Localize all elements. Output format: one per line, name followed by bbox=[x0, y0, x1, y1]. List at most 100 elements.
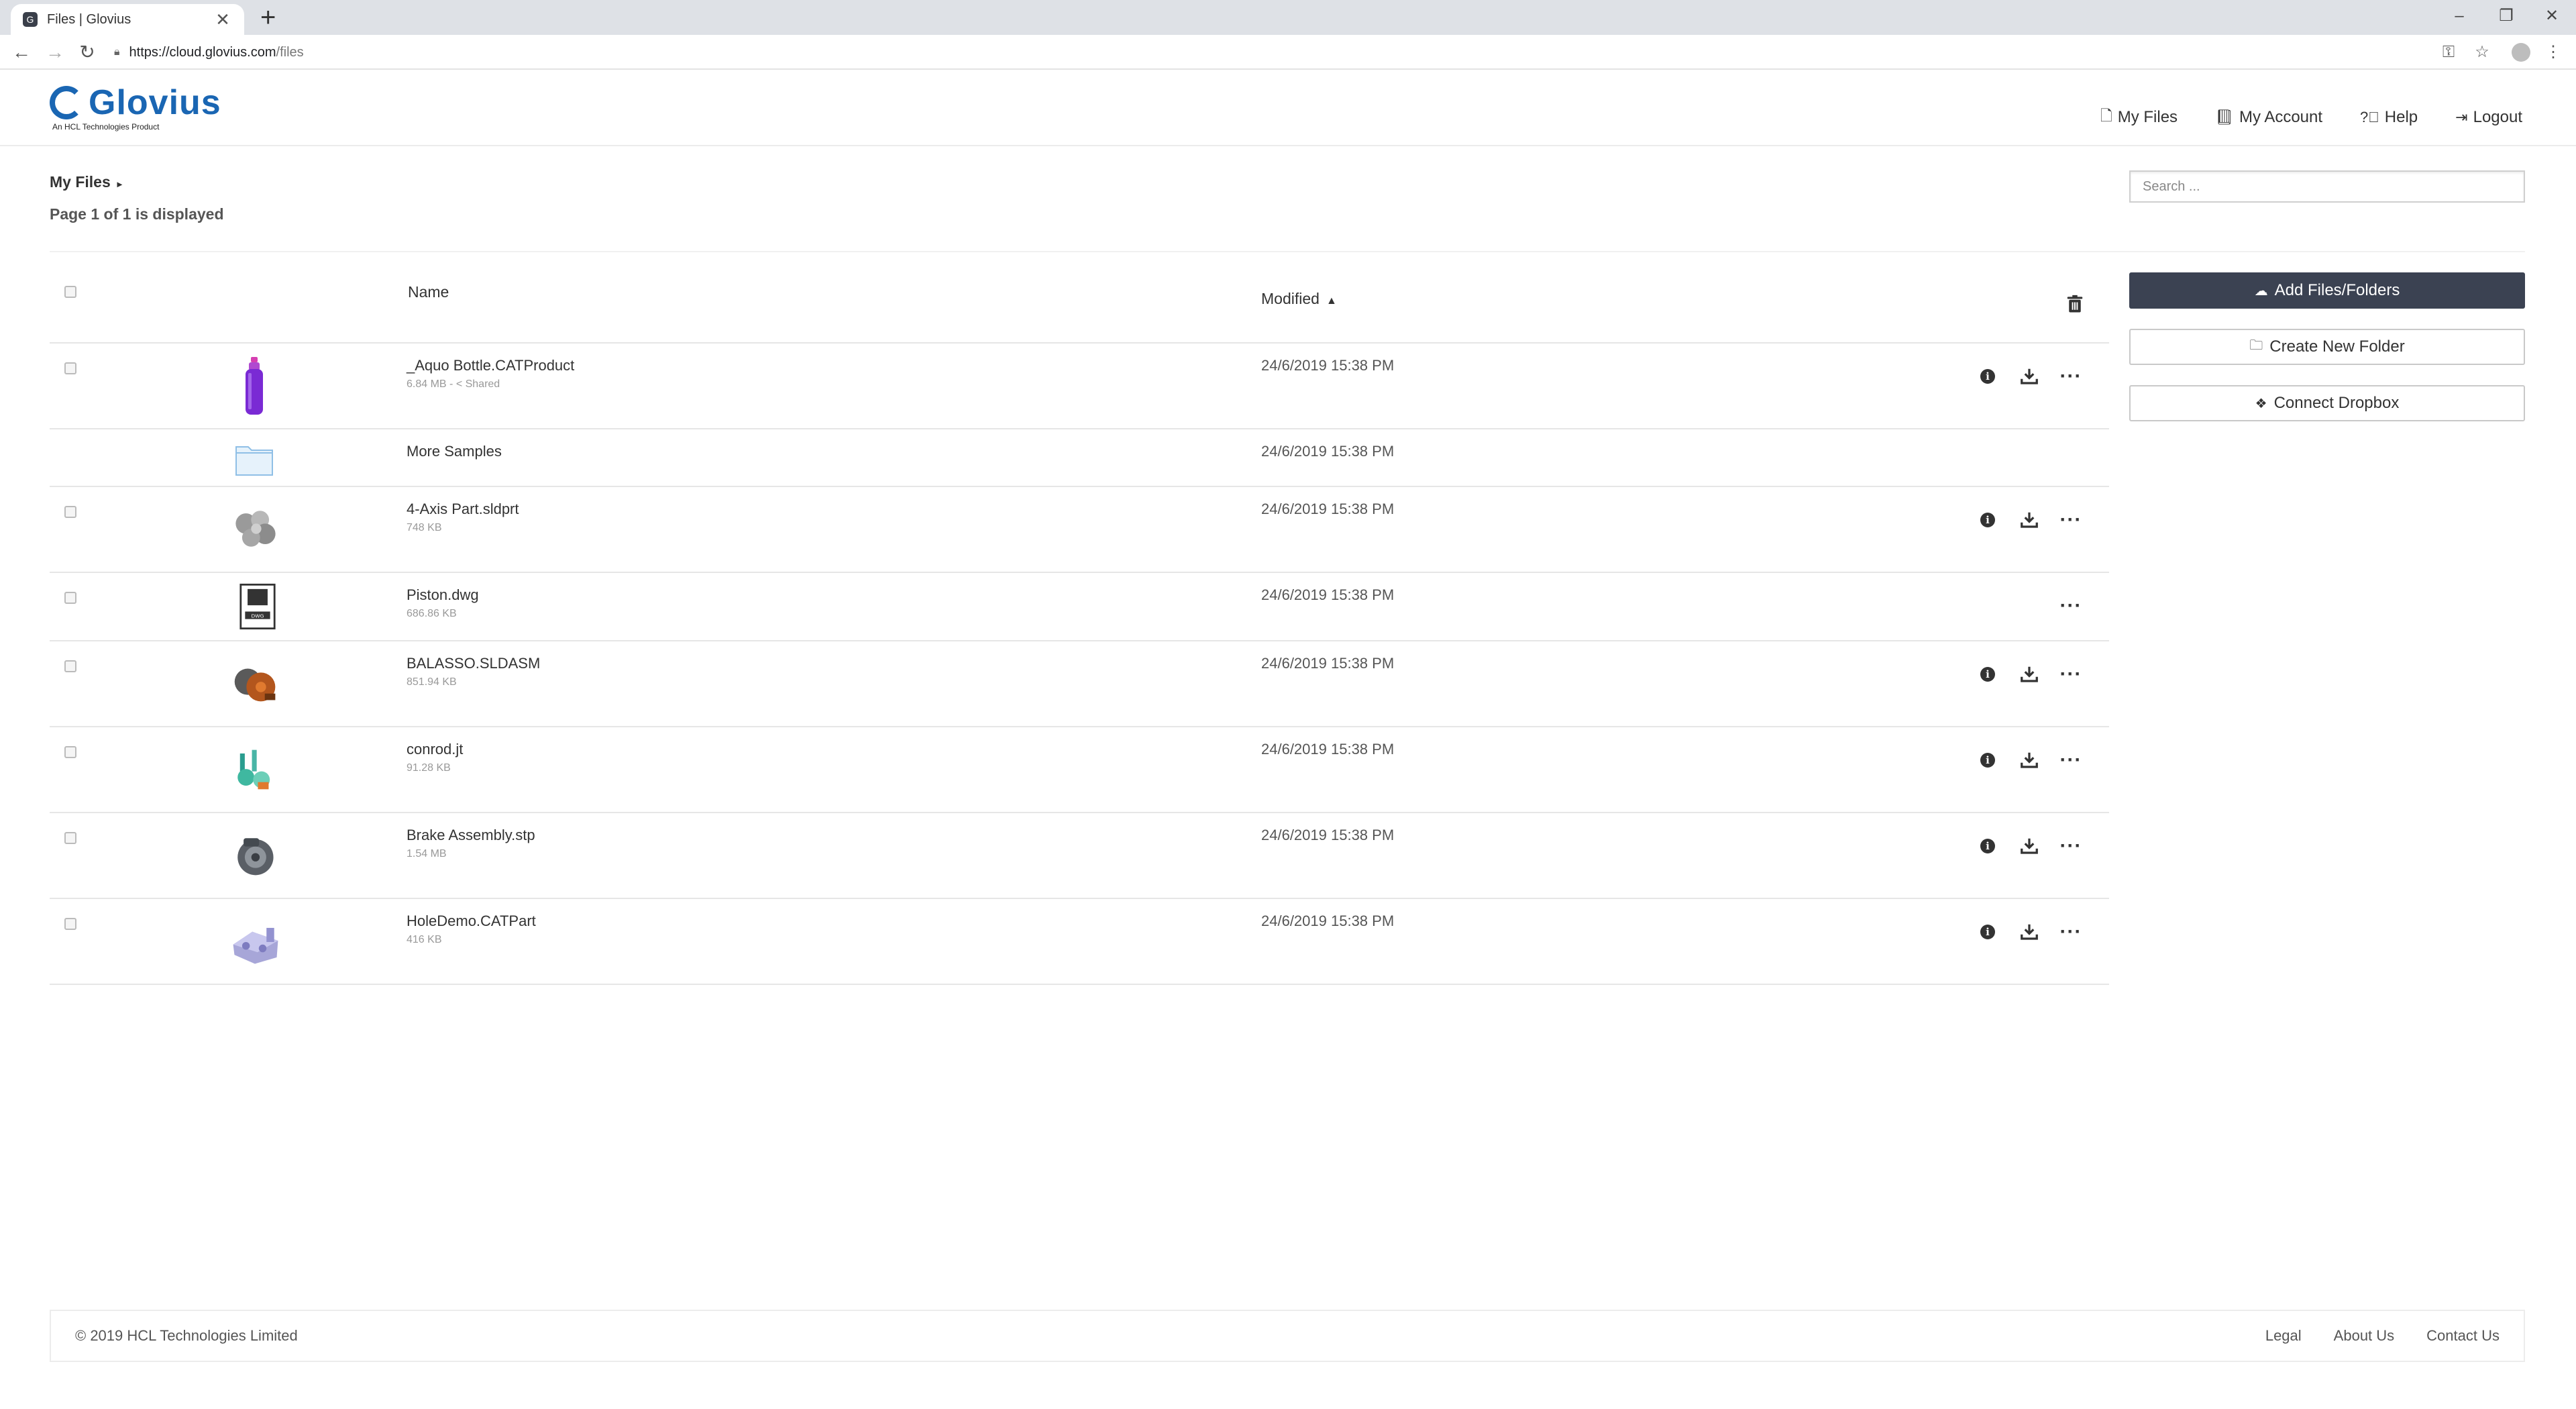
table-row[interactable]: More Samples 24/6/2019 15:38 PM bbox=[50, 429, 2109, 487]
download-icon[interactable] bbox=[2019, 664, 2039, 684]
table-row[interactable]: HoleDemo.CATPart 416 KB 24/6/2019 15:38 … bbox=[50, 899, 2109, 985]
file-name[interactable]: Brake Assembly.stp bbox=[407, 827, 535, 844]
nav-my-files[interactable]: 🗋︎ My Files bbox=[2100, 105, 2178, 130]
more-options-icon[interactable]: ··· bbox=[2060, 366, 2082, 386]
file-modified: 24/6/2019 15:38 PM bbox=[1261, 741, 1395, 758]
more-options-icon[interactable]: ··· bbox=[2060, 596, 2082, 616]
share-icon: < bbox=[455, 378, 463, 390]
table-row[interactable]: DWG Piston.dwg 686.86 KB 24/6/2019 15:38… bbox=[50, 573, 2109, 641]
part-thumbnail[interactable] bbox=[227, 499, 284, 560]
table-row[interactable]: BALASSO.SLDASM 851.94 KB 24/6/2019 15:38… bbox=[50, 641, 2109, 727]
window-close-icon[interactable]: ✕ bbox=[2532, 4, 2572, 28]
info-icon[interactable]: i bbox=[1978, 922, 1998, 942]
download-icon[interactable] bbox=[2019, 836, 2039, 856]
file-modified: 24/6/2019 15:38 PM bbox=[1261, 501, 1395, 517]
reload-icon[interactable]: ↻ bbox=[74, 40, 101, 64]
footer-link-legal[interactable]: Legal bbox=[2265, 1327, 2302, 1345]
nav-help[interactable]: ?⃝ Help bbox=[2360, 105, 2418, 130]
table-row[interactable]: conrod.jt 91.28 KB 24/6/2019 15:38 PM i … bbox=[50, 727, 2109, 813]
file-name[interactable]: 4-Axis Part.sldprt bbox=[407, 501, 519, 518]
nav-logout-label: Logout bbox=[2473, 108, 2522, 126]
file-name[interactable]: _Aquo Bottle.CATProduct bbox=[407, 357, 574, 374]
file-size: 1.54 MB bbox=[407, 848, 447, 859]
connect-dropbox-button[interactable]: ❖ Connect Dropbox bbox=[2129, 385, 2525, 421]
info-icon[interactable]: i bbox=[1978, 510, 1998, 530]
more-options-icon[interactable]: ··· bbox=[2060, 750, 2082, 770]
footer-link-about-us[interactable]: About Us bbox=[2334, 1327, 2395, 1345]
select-all-checkbox[interactable] bbox=[64, 286, 76, 298]
column-modified-header[interactable]: Modified ▲ bbox=[1261, 290, 1337, 308]
folder-name[interactable]: More Samples bbox=[407, 443, 502, 460]
row-checkbox[interactable] bbox=[64, 918, 76, 930]
tab-title: Files | Glovius bbox=[47, 11, 131, 27]
svg-text:DWG: DWG bbox=[252, 613, 264, 619]
create-folder-button[interactable]: 🗀︎ Create New Folder bbox=[2129, 329, 2525, 365]
browser-tab[interactable]: G Files | Glovius ✕ bbox=[11, 4, 244, 35]
column-name-header[interactable]: Name bbox=[408, 283, 449, 301]
tab-close-icon[interactable]: ✕ bbox=[213, 9, 232, 30]
info-icon[interactable]: i bbox=[1978, 366, 1998, 386]
new-tab-button[interactable]: + bbox=[260, 3, 276, 32]
download-icon[interactable] bbox=[2019, 750, 2039, 770]
bottle-thumbnail[interactable] bbox=[231, 356, 278, 416]
key-icon[interactable]: ⚿ bbox=[2435, 40, 2462, 64]
folder-icon: 🗀︎ bbox=[2249, 338, 2263, 353]
row-checkbox[interactable] bbox=[64, 746, 76, 758]
minimize-icon[interactable]: – bbox=[2439, 4, 2479, 28]
more-options-icon[interactable]: ··· bbox=[2060, 510, 2082, 530]
assembly-thumbnail[interactable] bbox=[227, 654, 286, 714]
profile-icon[interactable] bbox=[2508, 40, 2534, 69]
search-input[interactable] bbox=[2129, 170, 2525, 203]
breadcrumb[interactable]: My Files ▸ bbox=[50, 173, 122, 191]
favicon-icon: G bbox=[23, 12, 38, 27]
glovius-logo[interactable]: Glovius An HCL Technologies Product bbox=[50, 85, 221, 132]
footer-link-contact-us[interactable]: Contact Us bbox=[2426, 1327, 2500, 1345]
brake-thumbnail[interactable] bbox=[228, 825, 282, 886]
forward-icon[interactable]: → bbox=[42, 40, 68, 64]
browser-toolbar: ← → ↻ 🔒︎ https://cloud.glovius.com/files… bbox=[0, 35, 2576, 70]
add-files-button[interactable]: ☁ Add Files/Folders bbox=[2129, 272, 2525, 309]
download-icon[interactable] bbox=[2019, 366, 2039, 386]
conrod-thumbnail[interactable] bbox=[228, 739, 282, 800]
info-icon[interactable]: i bbox=[1978, 836, 1998, 856]
table-row[interactable]: Brake Assembly.stp 1.54 MB 24/6/2019 15:… bbox=[50, 813, 2109, 899]
nav-my-account[interactable]: 📕︎ My Account bbox=[2215, 105, 2322, 130]
file-name[interactable]: Piston.dwg bbox=[407, 586, 479, 604]
file-table: Name Modified ▲ _Aquo Bottle.CATProduct 6… bbox=[50, 268, 2109, 985]
file-modified: 24/6/2019 15:38 PM bbox=[1261, 586, 1395, 603]
info-icon[interactable]: i bbox=[1978, 750, 1998, 770]
create-folder-label: Create New Folder bbox=[2269, 337, 2405, 356]
download-icon[interactable] bbox=[2019, 510, 2039, 530]
file-name[interactable]: conrod.jt bbox=[407, 741, 463, 758]
more-options-icon[interactable]: ··· bbox=[2060, 664, 2082, 684]
folder-icon[interactable] bbox=[235, 441, 274, 476]
row-checkbox[interactable] bbox=[64, 362, 76, 374]
column-modified-label: Modified bbox=[1261, 290, 1320, 307]
lock-icon: 🔒︎ bbox=[114, 46, 120, 58]
more-options-icon[interactable]: ··· bbox=[2060, 836, 2082, 856]
nav-logout[interactable]: ⇥ Logout bbox=[2455, 105, 2522, 130]
url-text: https://cloud.glovius.com/files bbox=[129, 45, 304, 60]
row-checkbox[interactable] bbox=[64, 592, 76, 604]
cloud-upload-icon: ☁ bbox=[2254, 283, 2268, 299]
file-name[interactable]: BALASSO.SLDASM bbox=[407, 655, 540, 672]
address-bar[interactable]: 🔒︎ https://cloud.glovius.com/files bbox=[114, 40, 2435, 64]
breadcrumb-my-files[interactable]: My Files bbox=[50, 173, 111, 191]
star-icon[interactable]: ☆ bbox=[2469, 40, 2496, 64]
info-icon[interactable]: i bbox=[1978, 664, 1998, 684]
row-checkbox[interactable] bbox=[64, 832, 76, 844]
row-checkbox[interactable] bbox=[64, 506, 76, 518]
more-options-icon[interactable]: ··· bbox=[2060, 922, 2082, 942]
file-name[interactable]: HoleDemo.CATPart bbox=[407, 912, 536, 930]
row-checkbox[interactable] bbox=[64, 660, 76, 672]
table-row[interactable]: _Aquo Bottle.CATProduct 6.84 MB - < Shar… bbox=[50, 344, 2109, 429]
restore-icon[interactable]: ❐ bbox=[2486, 4, 2526, 28]
trash-icon[interactable] bbox=[2065, 294, 2085, 314]
holedemo-thumbnail[interactable] bbox=[227, 911, 284, 972]
download-icon[interactable] bbox=[2019, 922, 2039, 942]
file-modified: 24/6/2019 15:38 PM bbox=[1261, 912, 1395, 929]
menu-icon[interactable]: ⋮ bbox=[2540, 40, 2567, 64]
table-row[interactable]: 4-Axis Part.sldprt 748 KB 24/6/2019 15:3… bbox=[50, 487, 2109, 573]
dwg-file-icon[interactable]: DWG bbox=[239, 582, 276, 631]
back-icon[interactable]: ← bbox=[8, 40, 35, 64]
